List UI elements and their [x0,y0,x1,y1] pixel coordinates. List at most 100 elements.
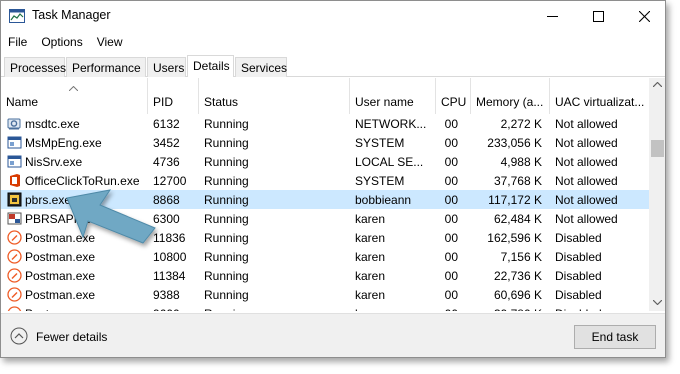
vertical-scrollbar[interactable] [649,78,665,311]
cell-name: msdtc.exe [25,117,80,131]
cell-name: Postman.exe [25,304,145,311]
menu-bar: File Options View [1,32,130,52]
cell-memory: 4,988 K [500,155,542,169]
table-row[interactable]: PBRSAPIService 6300 Running karen 00 62,484 K… [1,209,649,228]
column-header-status[interactable]: Status [199,78,350,114]
cell-name: NisSrv.exe [25,155,83,169]
end-task-button[interactable]: End task [574,325,656,349]
cell-uac: Disabled [555,231,602,245]
tab-strip: Processes Performance Users Details Serv… [1,55,665,77]
cell-user: bobbieann [355,193,412,207]
menu-file[interactable]: File [1,32,34,52]
cell-pid: 3452 [153,136,180,150]
table-row[interactable]: Postman.exe 11384 Running karen 00 22,736 K Di… [1,266,649,285]
cell-pid: 6132 [153,117,180,131]
sort-up-icon [69,86,78,91]
tab-processes[interactable]: Processes [4,57,66,77]
cell-pid: 4736 [153,155,180,169]
cell-uac: Disabled [555,304,649,311]
cell-cpu: 00 [438,304,470,311]
close-icon [638,10,650,22]
tab-details[interactable]: Details [187,55,234,77]
table-row[interactable]: OfficeClickToRun.exe 12700 Running SYSTEM 00… [1,171,649,190]
column-label-pid: PID [153,95,174,109]
cell-user: LOCAL SE... [355,155,424,169]
menu-view[interactable]: View [90,32,130,52]
cell-name: Postman.exe [25,288,96,302]
cell-name: OfficeClickToRun.exe [25,174,140,188]
table-row[interactable]: Postman.exe 10800 Running karen 00 7,156 K Dis… [1,247,649,266]
cell-uac: Not allowed [555,117,618,131]
column-label-status: Status [204,95,239,109]
fewer-details-link[interactable]: Fewer details [36,330,107,344]
cell-memory: 7,156 K [500,250,542,264]
table-row[interactable]: Postman.exe 9388 Running karen 00 60,696 K Dis… [1,285,649,304]
cell-name: Postman.exe [25,250,96,264]
minimize-button[interactable] [529,1,575,31]
window-app-icon [7,135,22,150]
close-button[interactable] [621,1,665,31]
column-header-user[interactable]: User name [350,78,436,114]
cell-user: karen [355,269,386,283]
cell-cpu: 00 [444,136,458,150]
cell-memory: 60,696 K [493,288,542,302]
cell-cpu: 00 [444,231,458,245]
maximize-button[interactable] [575,1,621,31]
table-row[interactable]: pbrs.exe 8868 Running bobbieann 00 117,172 K N… [1,190,649,209]
column-label-user: User name [355,95,414,109]
table-row[interactable]: MsMpEng.exe 3452 Running SYSTEM 00 233,056 K N… [1,133,649,152]
column-header-name[interactable]: Name [1,78,148,114]
footer-bar: Fewer details End task [1,313,665,357]
cell-name: Postman.exe [25,269,96,283]
cell-status: Running [204,212,249,226]
table-row[interactable]: Postman.exe 11836 Running karen 00 162,596 K D… [1,228,649,247]
menu-options[interactable]: Options [34,32,89,52]
task-manager-window: Task Manager File Options View Processes… [0,0,666,358]
cell-uac: Not allowed [555,155,618,169]
tab-users[interactable]: Users [147,57,186,77]
cell-user: karen [355,288,386,302]
cell-name: PBRSAPIService [25,212,118,226]
cell-memory: 117,172 K [488,193,542,207]
scrollbar-thumb[interactable] [651,140,664,157]
column-label-memory: Memory (a... [476,95,544,109]
cell-memory: 22,736 K [493,269,542,283]
cell-status: Running [204,250,249,264]
postman-icon [7,230,22,245]
cell-status: Running [204,136,249,150]
tab-services[interactable]: Services [235,57,287,77]
column-header-uac[interactable]: UAC virtualizat... [550,78,649,114]
cell-memory: 62,484 K [493,212,542,226]
postman-icon [7,287,22,302]
window-app-icon [7,154,22,169]
cell-memory: 2,272 K [500,117,542,131]
cell-user: karen [355,231,386,245]
cell-cpu: 00 [444,269,458,283]
task-manager-icon [9,9,25,23]
postman-icon [7,306,22,311]
cell-uac: Not allowed [555,174,618,188]
maximize-icon [592,10,604,22]
cell-uac: Disabled [555,250,602,264]
title-bar[interactable]: Task Manager [1,1,665,31]
column-header-memory[interactable]: Memory (a... [471,78,550,114]
table-row[interactable]: NisSrv.exe 4736 Running LOCAL SE... 00 4,988 … [1,152,649,171]
table-row[interactable]: Postman.exe 9600 Running karen0039,780 K Dis… [1,304,649,311]
table-row[interactable]: msdtc.exe 6132 Running NETWORK... 00 2,272 K N… [1,114,649,133]
scroll-down-icon[interactable] [653,300,662,305]
cell-pid: 9600 [153,304,198,311]
cell-pid: 9388 [153,288,180,302]
cell-cpu: 00 [444,155,458,169]
scroll-up-icon[interactable] [653,82,662,87]
table-header: Name PID Status User name CPU Memory (a.… [1,78,649,114]
tab-performance[interactable]: Performance [66,57,146,77]
cell-cpu: 00 [444,250,458,264]
cell-uac: Disabled [555,269,602,283]
column-header-pid[interactable]: PID [148,78,199,114]
column-header-cpu[interactable]: CPU [436,78,471,114]
cell-name: Postman.exe [25,231,96,245]
cell-status: Running [204,117,249,131]
chevron-up-circle-icon[interactable] [10,327,28,345]
cell-cpu: 00 [444,193,458,207]
cell-status: Running [204,288,249,302]
